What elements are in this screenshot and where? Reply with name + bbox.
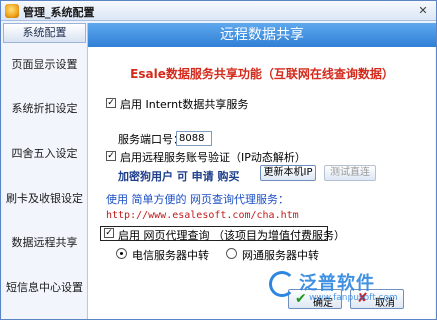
cross-icon: ✘ [357,291,368,306]
sidebar-item-card-cashier[interactable]: 刷卡及收银设定 [3,189,86,209]
enable-internet-label: 启用 Internt数据共享服务 [120,98,249,111]
port-label: 服务端口号： [118,133,184,146]
sidebar-item-sms-center[interactable]: 短信息中心设置 [3,278,86,298]
update-ip-button[interactable]: 更新本机IP [260,165,316,181]
sidebar-item-rounding[interactable]: 四舍五入设定 [3,144,86,164]
test-direct-button[interactable]: 测试直连 [324,165,376,181]
title-bar[interactable]: 管理_系统配置 ✕ [1,1,436,21]
enable-proxy-label: 启用 网页代理查询 （该项目为增值付费服务） [118,229,345,242]
radio-netcom[interactable] [226,248,237,259]
port-input[interactable]: 8088 [176,131,212,146]
enable-internet-checkbox[interactable]: ✓ [106,98,116,108]
sidebar-item-page-display[interactable]: 页面显示设置 [3,55,86,75]
cancel-button[interactable]: ✘ 取消 [350,289,404,309]
close-icon[interactable]: ✕ [416,4,430,18]
proxy-url[interactable]: http://www.esalesoft.com/cha.htm [106,210,299,221]
sidebar-item-discount[interactable]: 系统折扣设定 [3,99,86,119]
enable-verify-checkbox[interactable]: ✓ [106,151,116,161]
radio-netcom-label: 网通服务器中转 [242,249,319,262]
dongle-user-label: 加密狗用户 可 申请 购买 [118,170,240,183]
enable-verify-label: 启用远程服务账号验证（IP动态解析） [120,151,306,164]
sidebar: 系统配置 页面显示设置 系统折扣设定 四舍五入设定 刷卡及收银设定 数据远程共享… [3,23,86,319]
sidebar-item-remote-share[interactable]: 数据远程共享 [3,233,86,253]
radio-telecom[interactable] [116,248,127,259]
panel-banner: 远程数据共享 [88,23,436,47]
window-title: 管理_系统配置 [23,6,95,19]
ok-button-label: 确定 [313,298,333,309]
app-icon [5,4,19,18]
cancel-button-label: 取消 [375,298,395,309]
content-panel: 远程数据共享 Esale数据服务共享功能（互联网在线查询数据） ✓ 启用 Int… [87,23,436,319]
radio-telecom-label: 电信服务器中转 [132,249,209,262]
proxy-intro: 使用 简单方便的 网页查询代理服务： [106,193,289,206]
config-window: 管理_系统配置 ✕ 系统配置 页面显示设置 系统折扣设定 四舍五入设定 刷卡及收… [0,0,437,320]
sidebar-header[interactable]: 系统配置 [3,23,86,43]
enable-proxy-checkbox[interactable]: ✓ [104,228,114,238]
checkmark-icon: ✔ [295,291,307,307]
function-title: Esale数据服务共享功能（互联网在线查询数据） [130,67,394,81]
ok-button[interactable]: ✔ 确定 [288,289,342,309]
